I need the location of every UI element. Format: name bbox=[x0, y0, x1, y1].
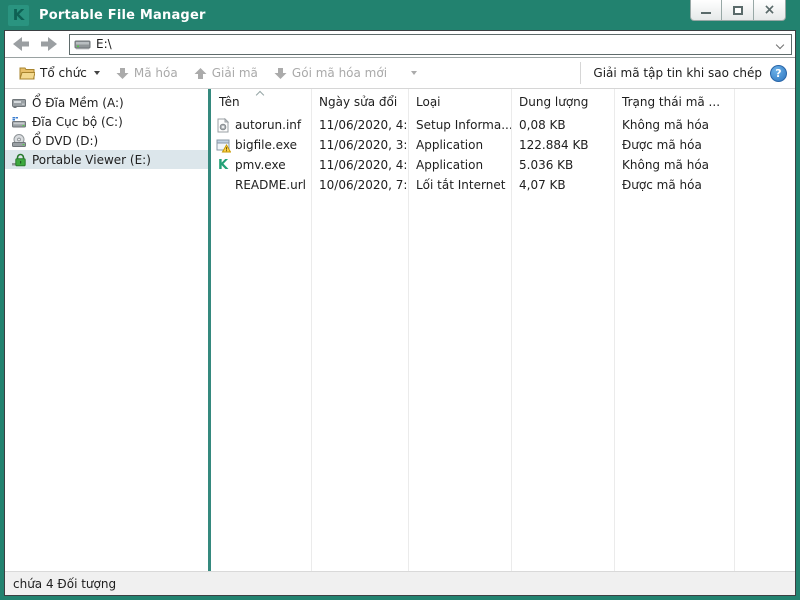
sidebar-item-dvd-d[interactable]: Ổ DVD (D:) bbox=[5, 131, 208, 150]
chevron-down-icon[interactable] bbox=[775, 40, 785, 49]
locked-drive-icon bbox=[12, 153, 26, 166]
file-modified: 10/06/2020, 7:... bbox=[319, 178, 408, 192]
kaspersky-app-icon: K bbox=[217, 157, 229, 173]
file-type: Lối tắt Internet bbox=[416, 178, 506, 192]
titlebar: K Portable File Manager × bbox=[0, 0, 800, 30]
main-area: Ổ Đĩa Mềm (A:) Đĩa Cục bộ (C:) Ổ DVD (D:… bbox=[5, 89, 795, 571]
close-button[interactable]: × bbox=[754, 0, 786, 21]
file-modified: 11/06/2020, 4:... bbox=[319, 158, 408, 172]
address-combobox[interactable]: E:\ bbox=[69, 33, 792, 55]
organize-label: Tổ chức bbox=[40, 66, 87, 80]
toolbar-right: Giải mã tập tin khi sao chép ? bbox=[580, 62, 787, 84]
arrow-down-icon bbox=[274, 67, 287, 79]
help-icon: ? bbox=[775, 66, 782, 80]
file-size: 5.036 KB bbox=[519, 158, 574, 172]
toolbar-left: Tổ chức Mã hóa Giải mã Gói mã hóa mới bbox=[13, 63, 580, 83]
sidebar-item-label: Đĩa Cục bộ (C:) bbox=[32, 114, 123, 129]
column-header-type[interactable]: Loại bbox=[408, 89, 511, 115]
toolbar-separator bbox=[580, 62, 582, 84]
sidebar-item-label: Ổ DVD (D:) bbox=[32, 133, 99, 148]
file-type: Setup Informa... bbox=[416, 118, 511, 132]
table-row[interactable]: README.url 10/06/2020, 7:... Lối tắt Int… bbox=[211, 175, 795, 195]
file-name: bigfile.exe bbox=[235, 138, 297, 152]
help-button[interactable]: ? bbox=[770, 64, 787, 82]
table-row[interactable]: autorun.inf 11/06/2020, 4:... Setup Info… bbox=[211, 115, 795, 135]
table-row[interactable]: K pmv.exe 11/06/2020, 4:... Application … bbox=[211, 155, 795, 175]
inf-file-icon bbox=[215, 117, 231, 133]
file-type: Application bbox=[416, 158, 484, 172]
close-icon: × bbox=[763, 2, 776, 18]
file-modified: 11/06/2020, 3:... bbox=[319, 138, 408, 152]
minimize-button[interactable] bbox=[690, 0, 722, 21]
file-encryption-status: Được mã hóa bbox=[622, 178, 702, 192]
column-header-encryption-status[interactable]: Trạng thái mã ... bbox=[614, 89, 734, 115]
status-bar: chứa 4 Đối tượng bbox=[5, 571, 795, 595]
file-size: 4,07 KB bbox=[519, 178, 566, 192]
sidebar-item-label: Ổ Đĩa Mềm (A:) bbox=[32, 95, 124, 110]
folder-icon bbox=[19, 67, 35, 79]
window-title: Portable File Manager bbox=[39, 7, 206, 23]
decrypt-button[interactable]: Giải mã bbox=[188, 63, 264, 83]
file-type: Application bbox=[416, 138, 484, 152]
new-package-label: Gói mã hóa mới bbox=[291, 66, 388, 80]
decrypt-label: Giải mã bbox=[211, 66, 258, 80]
sidebar-item-portable-viewer-e[interactable]: Portable Viewer (E:) bbox=[5, 150, 208, 169]
status-text: chứa 4 Đối tượng bbox=[13, 576, 117, 591]
kaspersky-logo-icon: K bbox=[8, 4, 29, 26]
app-window: K Portable File Manager × E:\ Tổ chức Mã… bbox=[0, 0, 800, 600]
back-button[interactable] bbox=[11, 36, 31, 52]
window-controls: × bbox=[690, 0, 786, 21]
column-divider[interactable] bbox=[408, 89, 409, 571]
floppy-drive-icon bbox=[12, 98, 26, 108]
file-encryption-status: Không mã hóa bbox=[622, 118, 710, 132]
file-size: 0,08 KB bbox=[519, 118, 566, 132]
column-divider[interactable] bbox=[311, 89, 312, 571]
sidebar-item-floppy-a[interactable]: Ổ Đĩa Mềm (A:) bbox=[5, 93, 208, 112]
caret-down-icon bbox=[93, 71, 100, 75]
address-text: E:\ bbox=[96, 37, 112, 51]
maximize-button[interactable] bbox=[722, 0, 754, 21]
file-encryption-status: Được mã hóa bbox=[622, 138, 702, 152]
dvd-drive-icon bbox=[12, 133, 26, 147]
file-encryption-status: Không mã hóa bbox=[622, 158, 710, 172]
file-name: autorun.inf bbox=[235, 118, 302, 132]
column-header-size[interactable]: Dung lượng bbox=[511, 89, 614, 115]
toolbar: Tổ chức Mã hóa Giải mã Gói mã hóa mới Gi… bbox=[5, 58, 795, 89]
minimize-icon bbox=[701, 12, 711, 14]
caret-down-icon bbox=[411, 71, 418, 75]
logo-letter: K bbox=[12, 6, 25, 24]
local-disk-icon bbox=[12, 116, 26, 127]
navigation-bar: E:\ bbox=[5, 31, 795, 58]
new-package-menu-button[interactable] bbox=[403, 68, 423, 78]
blank-file-icon bbox=[215, 177, 231, 193]
column-header-modified[interactable]: Ngày sửa đổi bbox=[311, 89, 408, 115]
sidebar-item-local-disk-c[interactable]: Đĩa Cục bộ (C:) bbox=[5, 112, 208, 131]
column-header-blank bbox=[734, 89, 795, 115]
arrow-down-icon bbox=[116, 67, 129, 79]
decrypt-on-copy-label: Giải mã tập tin khi sao chép bbox=[593, 66, 762, 80]
window-content: E:\ Tổ chức Mã hóa Giải mã Gói mã hóa mớ… bbox=[4, 30, 796, 596]
file-list: Tên Ngày sửa đổi Loại Dung lượng Trạng t… bbox=[211, 89, 795, 571]
encrypt-label: Mã hóa bbox=[133, 66, 178, 80]
new-encrypted-package-button[interactable]: Gói mã hóa mới bbox=[268, 63, 393, 83]
organize-button[interactable]: Tổ chức bbox=[13, 63, 106, 83]
table-row[interactable]: bigfile.exe 11/06/2020, 3:... Applicatio… bbox=[211, 135, 795, 155]
file-modified: 11/06/2020, 4:... bbox=[319, 118, 408, 132]
drives-sidebar: Ổ Đĩa Mềm (A:) Đĩa Cục bộ (C:) Ổ DVD (D:… bbox=[5, 89, 208, 571]
column-divider[interactable] bbox=[511, 89, 512, 571]
file-size: 122.884 KB bbox=[519, 138, 589, 152]
arrow-up-icon bbox=[194, 67, 207, 79]
maximize-icon bbox=[732, 5, 743, 15]
table-header: Tên Ngày sửa đổi Loại Dung lượng Trạng t… bbox=[211, 89, 795, 115]
exe-file-icon bbox=[215, 137, 231, 153]
column-divider[interactable] bbox=[734, 89, 735, 571]
sidebar-item-label: Portable Viewer (E:) bbox=[32, 152, 151, 167]
nav-buttons bbox=[11, 36, 59, 52]
file-name: pmv.exe bbox=[235, 158, 286, 172]
column-divider[interactable] bbox=[614, 89, 615, 571]
forward-button[interactable] bbox=[39, 36, 59, 52]
drive-icon bbox=[74, 40, 91, 49]
file-name: README.url bbox=[235, 178, 306, 192]
encrypt-button[interactable]: Mã hóa bbox=[110, 63, 184, 83]
